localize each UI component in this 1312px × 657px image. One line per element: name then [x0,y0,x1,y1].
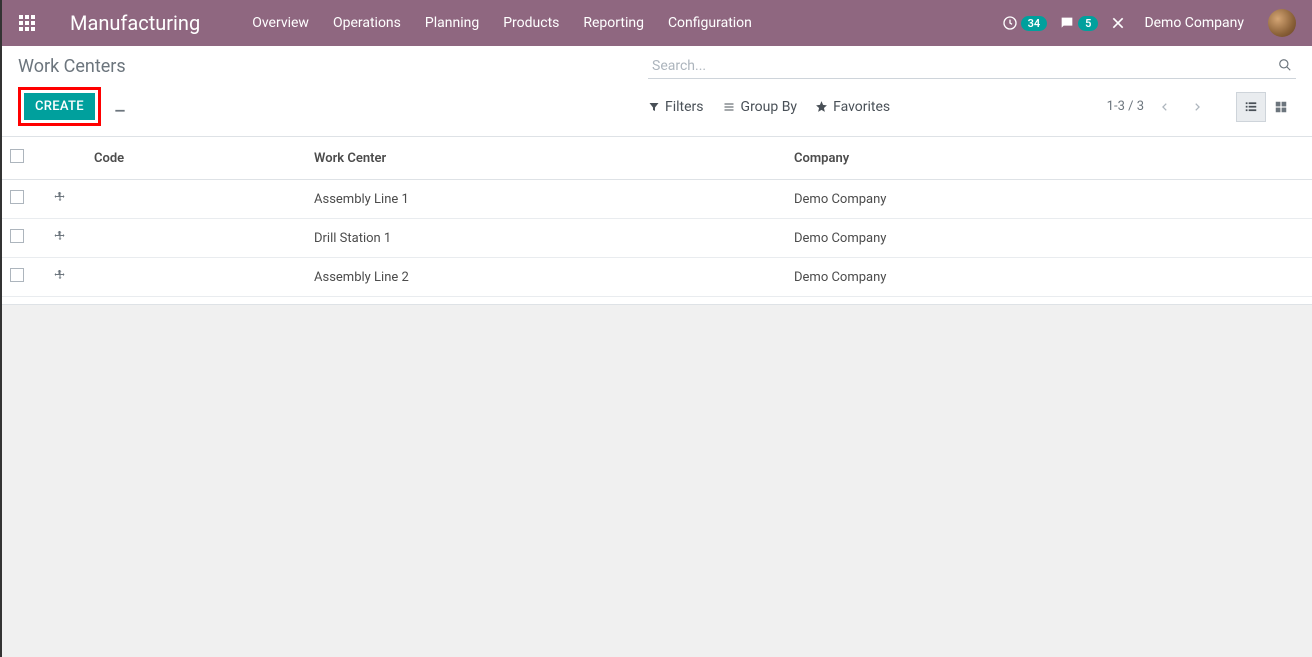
apps-grid-icon [19,15,35,31]
kanban-icon [1274,100,1288,114]
filters-label: Filters [665,99,704,115]
filter-icon [648,101,660,113]
table-row[interactable]: Assembly Line 1Demo Company [2,180,1312,219]
nav-item-operations[interactable]: Operations [321,0,413,46]
cell-code [86,258,306,297]
breadcrumb: Work Centers [18,56,126,77]
chevron-left-icon [1160,100,1170,114]
nav-item-products[interactable]: Products [491,0,571,46]
data-table: Code Work Center Company Assembly Line 1… [2,137,1312,297]
clock-icon [1002,15,1018,31]
tools-button[interactable] [1110,15,1126,31]
create-highlight: CREATE [18,87,101,126]
list-view-button[interactable] [1236,92,1266,122]
chevron-right-icon [1192,100,1202,114]
apps-menu-button[interactable] [10,6,44,40]
search-button[interactable] [1278,58,1292,72]
row-checkbox[interactable] [10,229,24,243]
drag-handle[interactable] [54,191,66,203]
create-button[interactable]: CREATE [24,93,95,120]
search-icon [1278,58,1292,72]
download-icon [113,100,127,114]
cell-company: Demo Company [786,219,1312,258]
pager-prev[interactable] [1154,97,1176,117]
main-navbar: Manufacturing Overview Operations Planni… [2,0,1312,46]
cell-code [86,180,306,219]
chat-icon [1059,15,1075,31]
download-button[interactable] [113,100,127,114]
select-all-checkbox[interactable] [10,149,24,163]
user-avatar[interactable] [1268,9,1296,37]
header-code[interactable]: Code [86,137,306,180]
drag-handle[interactable] [54,269,66,281]
cell-company: Demo Company [786,258,1312,297]
pager: 1-3 / 3 [1107,92,1296,122]
groupby-icon [722,101,736,113]
header-company[interactable]: Company [786,137,1312,180]
star-icon [815,100,828,113]
control-panel: Work Centers CREATE Filters Group By [2,46,1312,137]
company-switcher[interactable]: Demo Company [1138,15,1250,31]
groupby-button[interactable]: Group By [722,99,798,115]
favorites-label: Favorites [833,99,890,115]
list-view: Code Work Center Company Assembly Line 1… [2,137,1312,305]
kanban-view-button[interactable] [1266,92,1296,122]
table-header-row: Code Work Center Company [2,137,1312,180]
filters-button[interactable]: Filters [648,99,704,115]
cell-work-center: Assembly Line 1 [306,180,786,219]
table-row[interactable]: Assembly Line 2Demo Company [2,258,1312,297]
table-row[interactable]: Drill Station 1Demo Company [2,219,1312,258]
favorites-button[interactable]: Favorites [815,99,890,115]
nav-menu: Overview Operations Planning Products Re… [240,0,764,46]
pager-next[interactable] [1186,97,1208,117]
view-switcher [1236,92,1296,122]
cell-work-center: Drill Station 1 [306,219,786,258]
activity-count-badge: 34 [1021,16,1048,31]
nav-item-planning[interactable]: Planning [413,0,491,46]
cell-company: Demo Company [786,180,1312,219]
search-wrap [648,54,1296,79]
nav-right: 34 5 Demo Company [1002,9,1304,37]
list-icon [1244,100,1258,114]
cell-code [86,219,306,258]
pager-text: 1-3 / 3 [1107,99,1144,114]
discuss-count-badge: 5 [1078,16,1098,31]
discuss-button[interactable]: 5 [1059,15,1098,31]
search-input[interactable] [648,54,1296,79]
nav-item-reporting[interactable]: Reporting [571,0,656,46]
drag-handle[interactable] [54,230,66,242]
app-brand[interactable]: Manufacturing [70,11,200,35]
cell-work-center: Assembly Line 2 [306,258,786,297]
groupby-label: Group By [741,99,798,115]
nav-item-configuration[interactable]: Configuration [656,0,764,46]
close-icon [1110,15,1126,31]
row-checkbox[interactable] [10,268,24,282]
nav-item-overview[interactable]: Overview [240,0,321,46]
filter-row: Filters Group By Favorites 1-3 / 3 [648,92,1296,122]
header-work-center[interactable]: Work Center [306,137,786,180]
row-checkbox[interactable] [10,190,24,204]
activity-button[interactable]: 34 [1002,15,1048,31]
